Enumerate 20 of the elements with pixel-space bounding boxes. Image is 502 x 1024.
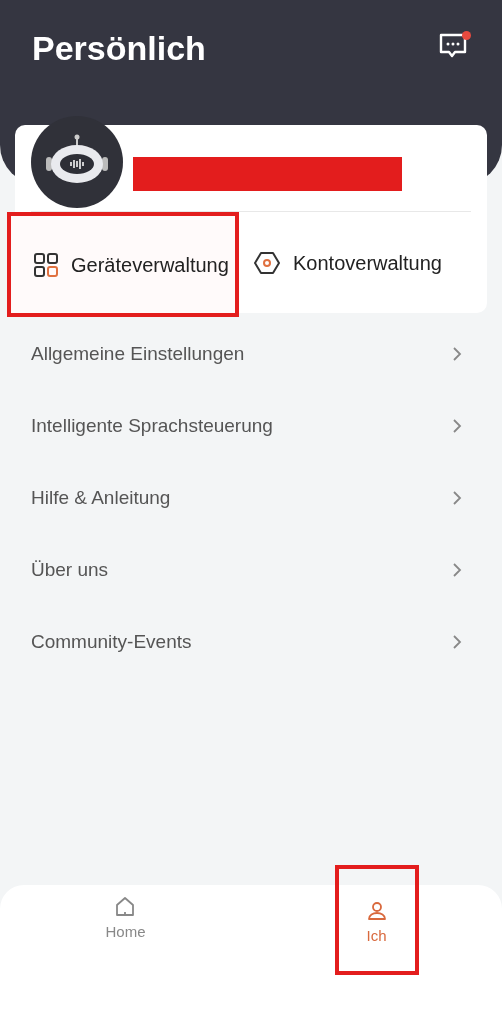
message-icon[interactable] (439, 32, 469, 60)
nav-tab[interactable]: Ich (334, 865, 419, 975)
quick-action[interactable]: Kontoverwaltung (239, 212, 487, 313)
quick-action[interactable]: Geräteverwaltung (7, 212, 239, 317)
chevron-right-icon (452, 346, 462, 362)
chevron-right-icon (452, 562, 462, 578)
nav-tab[interactable]: Home (85, 865, 166, 975)
page-title: Persönlich (32, 28, 206, 68)
grid-icon (33, 251, 59, 278)
menu-item[interactable]: Community-Events (0, 606, 502, 678)
chevron-right-icon (452, 490, 462, 506)
menu-item[interactable]: Intelligente Sprachsteuerung (0, 390, 502, 462)
quick-action-label: Kontoverwaltung (293, 250, 443, 276)
quick-action-label: Geräteverwaltung (71, 252, 230, 278)
menu-item[interactable]: Über uns (0, 534, 502, 606)
menu-item[interactable]: Hilfe & Anleitung (0, 462, 502, 534)
hexagon-icon (253, 250, 281, 275)
chevron-right-icon (452, 418, 462, 434)
menu-item[interactable]: Allgemeine Einstellungen (0, 318, 502, 390)
chevron-right-icon (452, 634, 462, 650)
